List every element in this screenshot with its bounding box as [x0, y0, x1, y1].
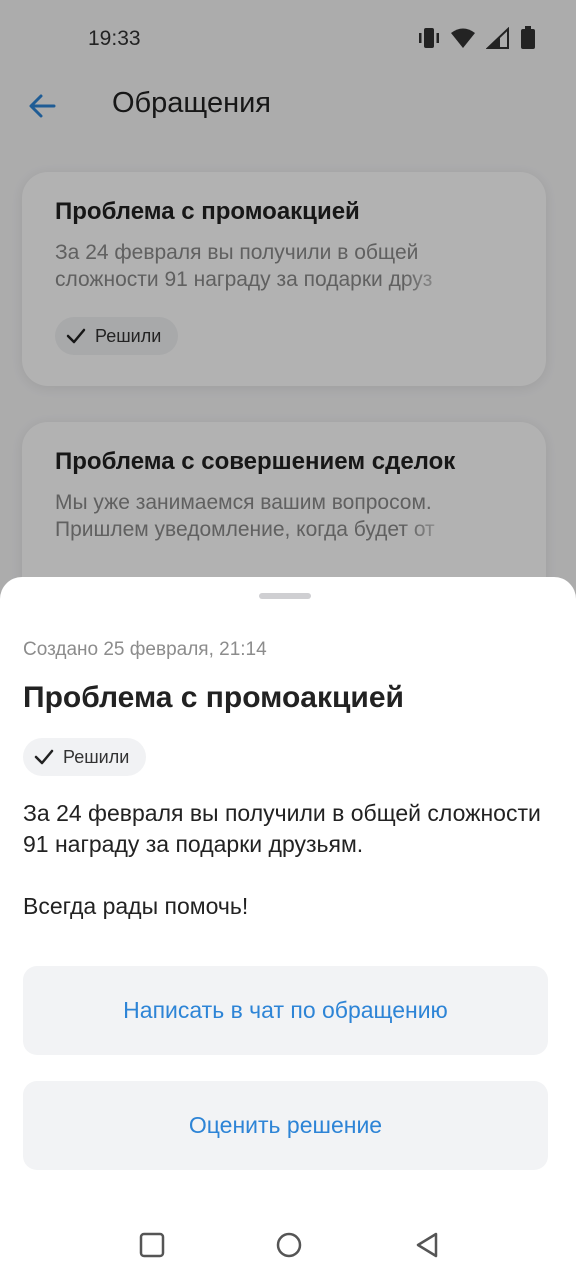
- body-paragraph: Всегда рады помочь!: [23, 893, 249, 919]
- back-triangle-icon[interactable]: [412, 1230, 442, 1260]
- system-nav-bar: [0, 1210, 576, 1280]
- drag-handle[interactable]: [259, 593, 311, 599]
- check-icon: [34, 749, 54, 765]
- ticket-detail-title: Проблема с промоакцией: [23, 681, 404, 714]
- created-date: Создано 25 февраля, 21:14: [23, 639, 267, 660]
- recent-apps-icon[interactable]: [137, 1230, 167, 1260]
- bottom-sheet: Создано 25 февраля, 21:14 Проблема с про…: [0, 577, 576, 1280]
- body-paragraph: За 24 февраля вы получили в общей сложно…: [23, 800, 541, 857]
- chat-button[interactable]: Написать в чат по обращению: [23, 966, 548, 1055]
- status-badge: Решили: [23, 738, 147, 776]
- ticket-detail-body: За 24 февраля вы получили в общей сложно…: [23, 798, 558, 922]
- rate-solution-button[interactable]: Оценить решение: [23, 1081, 548, 1170]
- status-badge-label: Решили: [63, 746, 130, 767]
- home-icon[interactable]: [274, 1230, 304, 1260]
